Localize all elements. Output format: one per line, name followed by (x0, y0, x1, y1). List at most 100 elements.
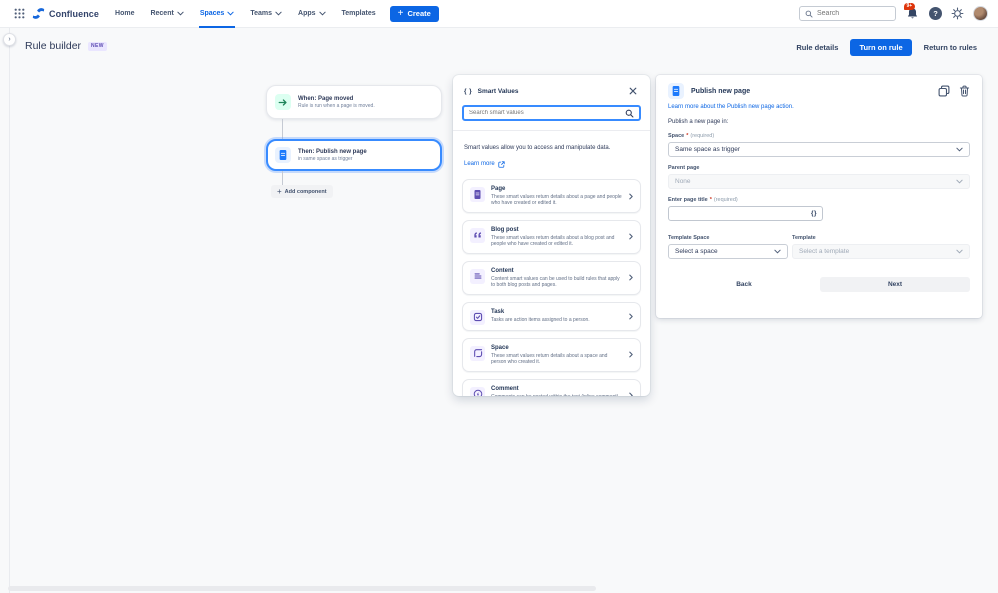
chevron-down-icon (774, 249, 781, 254)
required-asterisk: * (710, 197, 712, 203)
app-switcher-icon[interactable] (10, 5, 28, 23)
smart-value-item-content[interactable]: Content Content smart values can be used… (462, 261, 641, 295)
page-title-input[interactable] (674, 210, 807, 217)
duplicate-icon[interactable] (938, 85, 950, 97)
smart-values-learn-more-link[interactable]: Learn more (464, 161, 505, 168)
smart-values-list: Page These smart values return details a… (462, 179, 641, 396)
required-hint: (required) (690, 133, 714, 139)
trigger-card-text: When: Page moved Rule is run when a page… (298, 95, 375, 110)
global-search-input[interactable] (817, 10, 890, 17)
help-icon[interactable]: ? (929, 7, 942, 20)
next-button[interactable]: Next (820, 277, 970, 292)
space-select[interactable]: Same space as trigger (668, 142, 970, 157)
smart-value-item-blog-post[interactable]: Blog post These smart values return deta… (462, 220, 641, 254)
space-select-value: Same space as trigger (675, 146, 951, 153)
action-card-text: Then: Publish new page in same space as … (298, 148, 367, 163)
confluence-logo[interactable]: Confluence (32, 7, 99, 20)
back-button[interactable]: Back (668, 277, 820, 292)
flow-connector (282, 171, 283, 185)
item-title: Content (491, 267, 623, 275)
page-icon (668, 83, 684, 99)
item-description: These smart values return details about … (491, 194, 623, 207)
item-title: Blog post (491, 226, 623, 234)
publish-learn-more-link[interactable]: Learn more about the Publish new page ac… (668, 104, 970, 110)
nav-item-home[interactable]: Home (107, 0, 142, 28)
smart-value-item-space[interactable]: Space These smart values return details … (462, 338, 641, 372)
action-card-title: Then: Publish new page (298, 148, 367, 156)
item-title: Task (491, 308, 623, 316)
template-select[interactable]: Select a template (792, 244, 970, 259)
plus-icon: + (398, 9, 404, 19)
global-search[interactable] (799, 6, 896, 21)
template-space-select[interactable]: Select a space (668, 244, 788, 259)
item-title: Comment (491, 385, 623, 393)
external-link-icon (498, 161, 505, 168)
divider (453, 130, 650, 131)
chevron-right-icon (629, 351, 633, 358)
publish-panel-title: Publish new page (691, 88, 931, 95)
nav-item-recent[interactable]: Recent (142, 0, 191, 28)
chevron-down-icon (227, 11, 234, 16)
chevron-down-icon (956, 147, 963, 152)
nav-item-spaces[interactable]: Spaces (192, 0, 243, 28)
chevron-down-icon (275, 11, 282, 16)
top-navbar: Confluence Home Recent Spaces Teams Apps… (0, 0, 998, 28)
space-field-label: Space* (required) (668, 133, 970, 139)
smart-value-braces-icon[interactable]: {} (811, 210, 817, 217)
page-title: Rule builder (25, 40, 81, 52)
parent-page-select-value: None (675, 178, 951, 185)
nav-item-templates[interactable]: Templates (334, 0, 384, 28)
task-checkbox-icon (470, 310, 485, 325)
close-icon[interactable] (627, 85, 639, 97)
chevron-down-icon (956, 179, 963, 184)
item-description: These smart values return details about … (491, 353, 623, 366)
chevron-right-icon: › (8, 36, 10, 43)
required-hint: (required) (714, 197, 738, 203)
rule-details-button[interactable]: Rule details (791, 39, 843, 56)
settings-gear-icon[interactable] (951, 7, 964, 20)
smart-values-description: Smart values allow you to access and man… (464, 144, 639, 152)
trigger-card-page-moved[interactable]: When: Page moved Rule is run when a page… (266, 85, 442, 119)
align-left-icon (470, 269, 485, 284)
header-actions: Rule details Turn on rule Return to rule… (791, 39, 982, 56)
product-name: Confluence (49, 9, 99, 19)
page-icon (470, 187, 485, 202)
turn-on-rule-button[interactable]: Turn on rule (850, 39, 911, 56)
smart-value-item-comment[interactable]: Comment Comments can be posted within th… (462, 379, 641, 396)
return-to-rules-button[interactable]: Return to rules (919, 39, 982, 56)
chevron-down-icon (956, 249, 963, 254)
quote-icon (470, 228, 485, 243)
parent-page-select[interactable]: None (668, 174, 970, 189)
template-field-label: Template (792, 235, 970, 241)
publish-intro-text: Publish a new page in: (668, 119, 970, 125)
add-component-button[interactable]: + Add component (271, 185, 333, 198)
page-title-field[interactable]: {} (668, 206, 823, 221)
template-space-field-label: Template Space (668, 235, 788, 241)
delete-trash-icon[interactable] (959, 85, 970, 97)
smart-values-search-input[interactable] (469, 110, 621, 116)
smart-values-search[interactable] (462, 105, 641, 121)
nav-item-apps[interactable]: Apps (290, 0, 334, 28)
chevron-right-icon (629, 233, 633, 240)
arrow-right-icon (275, 94, 291, 110)
user-avatar[interactable] (973, 6, 988, 21)
create-button[interactable]: + Create (390, 6, 439, 22)
page-icon (275, 147, 291, 163)
notification-count-badge: 9+ (904, 3, 915, 10)
chevron-right-icon (629, 313, 633, 320)
action-card-publish-new-page[interactable]: Then: Publish new page in same space as … (266, 139, 442, 171)
smart-value-item-page[interactable]: Page These smart values return details a… (462, 179, 641, 213)
space-icon (470, 346, 485, 361)
item-description: Content smart values can be used to buil… (491, 276, 623, 289)
comment-icon (470, 387, 485, 396)
smart-value-item-task[interactable]: Task Tasks are action items assigned to … (462, 302, 641, 331)
horizontal-scrollbar[interactable] (8, 586, 596, 591)
nav-item-teams[interactable]: Teams (242, 0, 290, 28)
flow-connector (282, 119, 283, 139)
confluence-automation-rule-builder: Confluence Home Recent Spaces Teams Apps… (0, 0, 998, 593)
smart-values-title: Smart Values (478, 88, 519, 95)
sidebar-expand-button[interactable]: › (3, 33, 16, 46)
notifications-bell-icon[interactable]: 9+ (906, 7, 920, 21)
page-title-field-label: Enter page title* (required) (668, 197, 970, 203)
chevron-down-icon (177, 11, 184, 16)
